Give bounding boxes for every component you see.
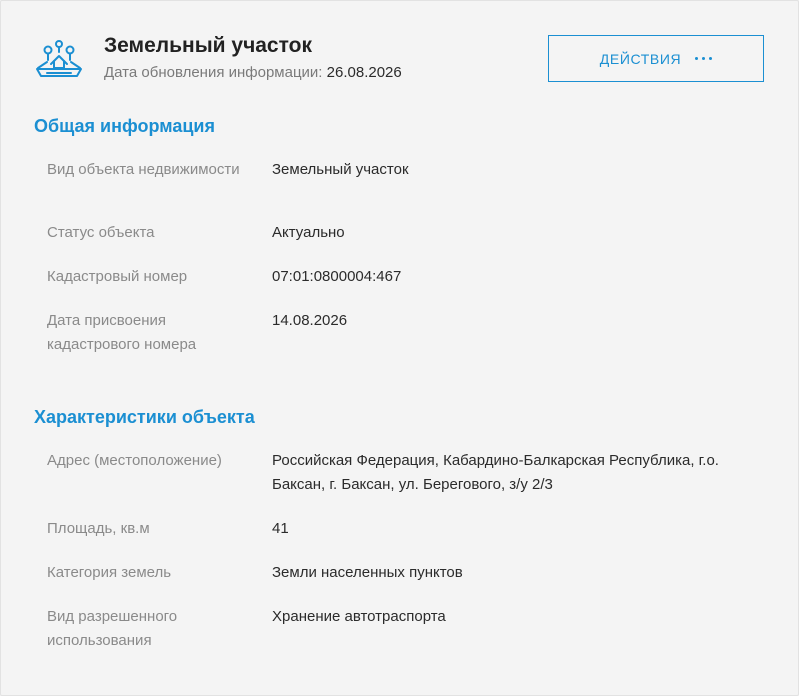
row-label: Площадь, кв.м [47,520,150,537]
row-label: Вид объекта недвижимости [47,161,240,178]
row-value: Хранение автотраспорта [272,608,446,625]
general-section-title: Общая информация [34,116,215,136]
row-label: Адрес (местоположение) [47,452,222,469]
update-info: Дата обновления информации: 26.08.2026 [104,64,402,81]
row-label: Кадастровый номер [47,268,188,285]
row-label: Категория земель [47,564,172,581]
card-header: Земельный участок Дата обновления информ… [35,31,767,91]
update-date: 26.08.2026 [326,64,402,81]
update-label: Дата обновления информации: [104,64,323,81]
row-value: Земли населенных пунктов [272,564,463,581]
row-label: Статус объекта [47,224,155,241]
row-value: Актуально [272,224,345,241]
actions-button-label: ДЕЙСТВИЯ [599,50,682,67]
row-label: Вид разрешенного использования [47,608,178,649]
row-value: Земельный участок [272,161,409,178]
more-dots-icon [695,57,713,60]
land-plot-icon [35,40,83,78]
page-title: Земельный участок [104,34,312,57]
row-value: 14.08.2026 [272,312,348,329]
row-label: Дата присвоения кадастрового номера [47,312,197,353]
actions-button[interactable]: ДЕЙСТВИЯ [548,35,764,82]
characteristics-section-title: Характеристики объекта [34,407,255,427]
row-value: 07:01:0800004:467 [272,268,402,285]
object-card: Земельный участок Дата обновления информ… [0,0,799,696]
row-value: 41 [272,520,289,537]
row-value: Российская Федерация, Кабардино-Балкарск… [272,452,719,493]
